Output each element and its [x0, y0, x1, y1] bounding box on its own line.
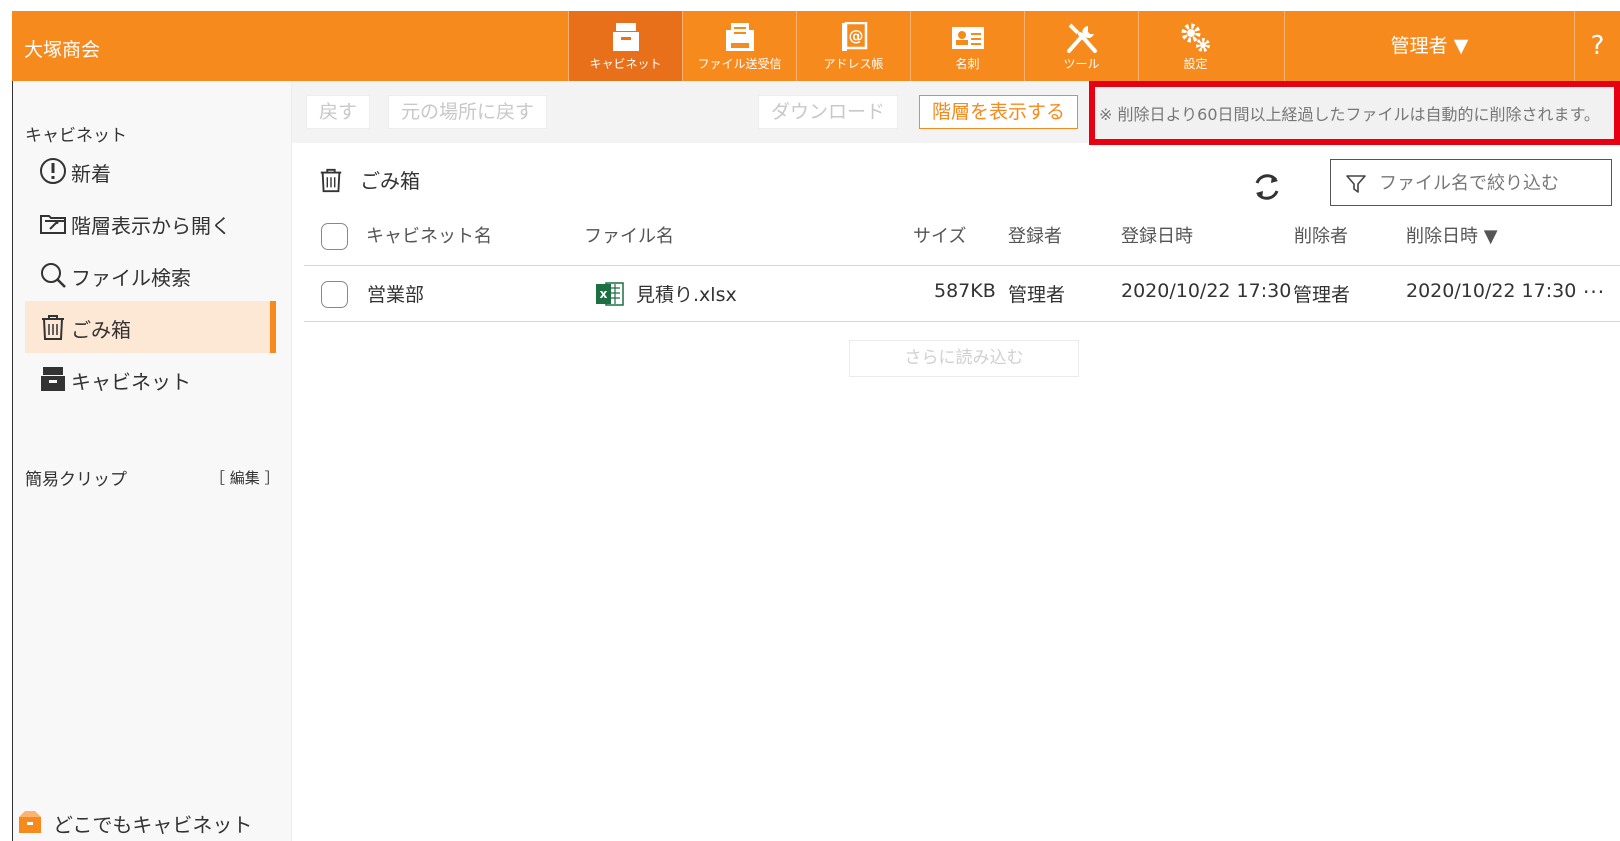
- trash-icon: [42, 315, 64, 340]
- table-header-divider: [304, 265, 1620, 266]
- col-header-registered-at[interactable]: 登録日時: [1121, 222, 1193, 248]
- cell-cabinet: 営業部: [367, 284, 425, 306]
- anywhere-cabinet-label: どこでもキャビネット: [53, 813, 253, 837]
- auto-delete-notice: ※ 削除日より60日間以上経過したファイルは自動的に削除されます。: [1089, 81, 1620, 145]
- gear-icon: [1181, 23, 1210, 52]
- folder-open-icon: [40, 215, 66, 234]
- sidebar-item-search[interactable]: ファイル検索: [25, 249, 270, 301]
- user-menu[interactable]: 管理者 ▼: [1284, 11, 1574, 81]
- cell-registrant: 管理者: [1008, 284, 1066, 306]
- nav-settings[interactable]: 設定: [1138, 11, 1252, 81]
- filename-filter-input[interactable]: [1379, 168, 1599, 198]
- nav-label: 名刺: [955, 57, 980, 71]
- sidebar-item-label: ごみ箱: [71, 318, 131, 342]
- nav-label: ファイル送受信: [697, 57, 782, 71]
- table-row-divider: [304, 321, 1620, 322]
- help-button[interactable]: ?: [1574, 11, 1620, 81]
- cabinet-icon: [41, 367, 65, 391]
- cell-deleter: 管理者: [1293, 284, 1351, 306]
- top-header: 大塚商会 キャビネット ファイル送受信 @ アドレス帳 名刺 ツール 設定 管理…: [12, 11, 1620, 81]
- excel-file-icon: x: [596, 282, 624, 306]
- anywhere-cabinet-icon: [19, 811, 41, 833]
- nav-file-transfer[interactable]: ファイル送受信: [682, 11, 796, 81]
- exclamation-circle-icon: [40, 158, 66, 184]
- restore-back-button[interactable]: 戻す: [306, 95, 371, 129]
- nav-address-book[interactable]: @ アドレス帳: [796, 11, 910, 81]
- sidebar-item-trash[interactable]: ごみ箱: [25, 301, 276, 353]
- svg-text:@: @: [848, 27, 863, 45]
- file-transfer-icon: [725, 23, 754, 51]
- col-header-cabinet[interactable]: キャビネット名: [366, 222, 492, 248]
- nav-label: ツール: [1063, 57, 1100, 71]
- sidebar-item-cabinet[interactable]: キャビネット: [25, 353, 270, 405]
- sidebar: キャビネット 新着 階層表示から開く ファイル検索 ごみ箱 キャビネット 簡易ク…: [12, 81, 292, 841]
- quick-clip-edit-link[interactable]: ［ 編集 ］: [210, 467, 280, 488]
- refresh-icon[interactable]: [1251, 171, 1283, 203]
- brand-name: 大塚商会: [24, 39, 101, 61]
- sidebar-item-label: キャビネット: [71, 370, 191, 394]
- sidebar-item-hierarchy[interactable]: 階層表示から開く: [25, 197, 270, 249]
- tools-icon: [1066, 23, 1097, 53]
- sidebar-item-new[interactable]: 新着: [25, 145, 270, 197]
- cell-filename[interactable]: 見積り.xlsx: [636, 280, 737, 307]
- trash-icon: [320, 168, 342, 193]
- cell-size: 587KB: [934, 280, 996, 302]
- col-header-size[interactable]: サイズ: [913, 222, 966, 248]
- show-hierarchy-button[interactable]: 階層を表示する: [919, 95, 1079, 129]
- select-all-checkbox[interactable]: [321, 223, 348, 250]
- address-book-icon: @: [841, 22, 867, 51]
- col-header-filename[interactable]: ファイル名: [584, 222, 674, 248]
- restore-original-location-button[interactable]: 元の場所に戻す: [388, 95, 548, 129]
- page-title-text: ごみ箱: [360, 169, 420, 193]
- col-header-deleter[interactable]: 削除者: [1294, 222, 1348, 248]
- sidebar-item-label: 新着: [71, 162, 111, 186]
- col-header-deleted-at[interactable]: 削除日時 ▼: [1406, 222, 1498, 248]
- sidebar-heading: キャビネット: [25, 126, 127, 146]
- cabinet-icon: [612, 23, 639, 51]
- filter-icon: [1346, 175, 1366, 193]
- download-button[interactable]: ダウンロード: [758, 95, 899, 129]
- nav-tools[interactable]: ツール: [1024, 11, 1138, 81]
- sidebar-item-label: 階層表示から開く: [71, 214, 231, 238]
- svg-text:x: x: [600, 287, 608, 301]
- load-more-button[interactable]: さらに読み込む: [849, 340, 1079, 377]
- quick-clip-label: 簡易クリップ: [25, 470, 127, 490]
- nav-label: 設定: [1183, 57, 1208, 71]
- cell-deleted-at: 2020/10/22 17:30: [1406, 280, 1577, 302]
- row-more-menu[interactable]: ···: [1583, 280, 1605, 304]
- search-icon: [41, 263, 66, 288]
- col-header-registrant[interactable]: 登録者: [1008, 222, 1062, 248]
- nav-cabinet[interactable]: キャビネット: [568, 11, 682, 81]
- nav-label: アドレス帳: [823, 57, 884, 71]
- row-checkbox[interactable]: [321, 281, 348, 308]
- cell-registered-at: 2020/10/22 17:30: [1121, 280, 1292, 302]
- sidebar-item-label: ファイル検索: [71, 266, 191, 290]
- nav-business-card[interactable]: 名刺: [910, 11, 1024, 81]
- business-card-icon: [951, 27, 984, 49]
- filename-filter: [1330, 159, 1612, 206]
- nav-label: キャビネット: [589, 57, 662, 71]
